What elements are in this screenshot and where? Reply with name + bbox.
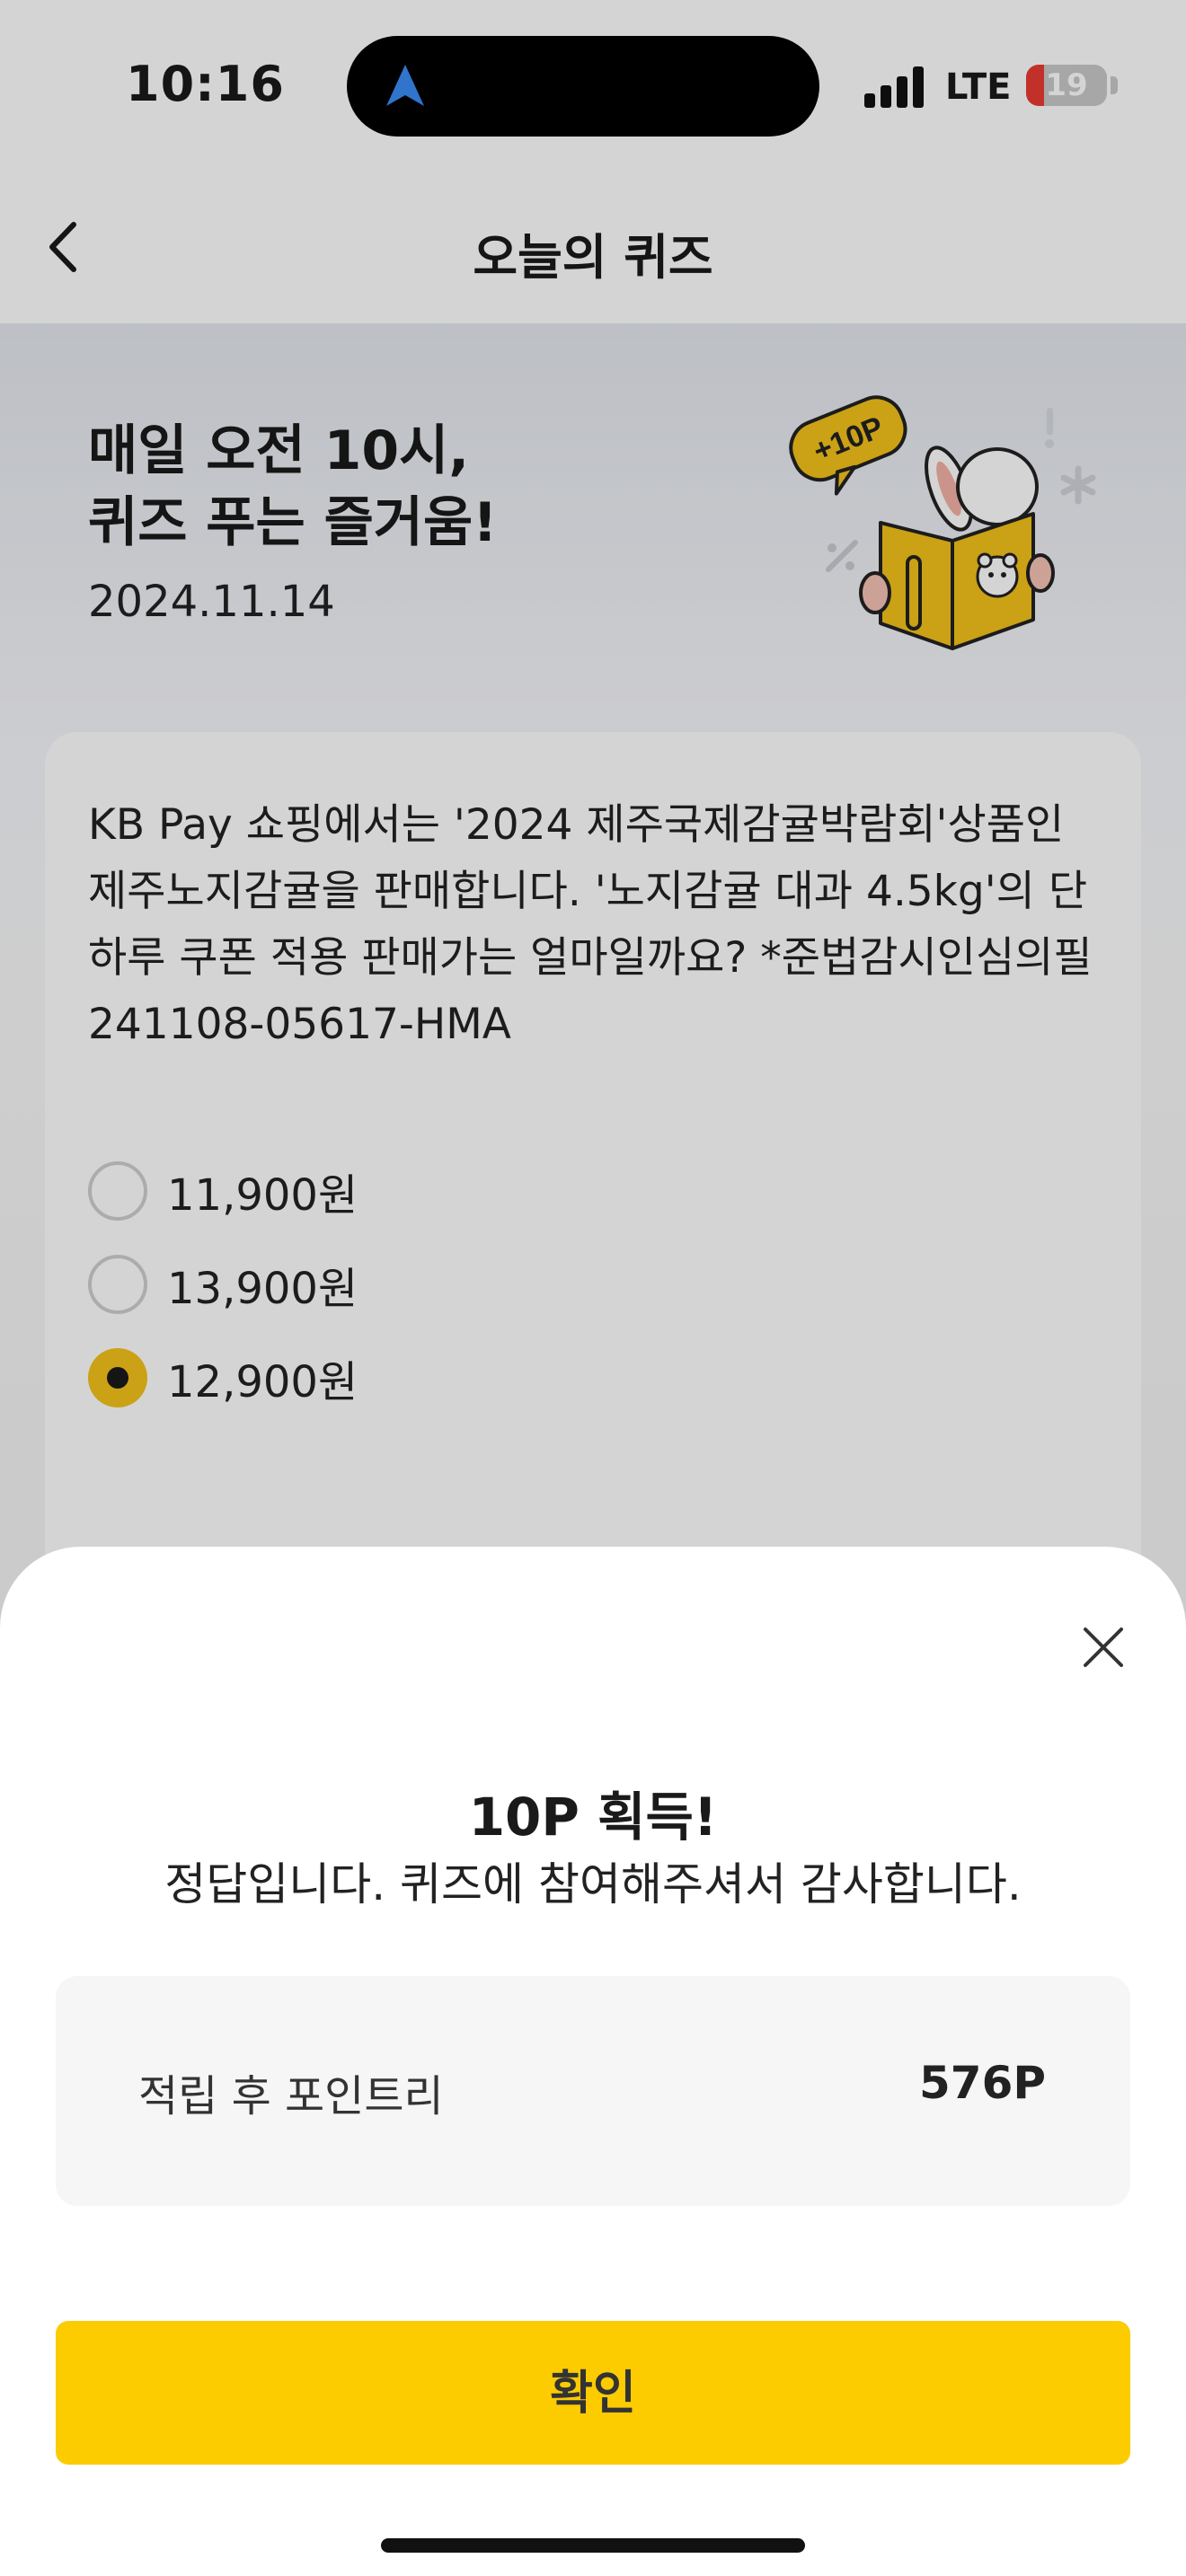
award-message: 정답입니다. 퀴즈에 참여해주셔서 감사합니다.	[164, 1858, 1022, 1910]
points-label: 적립 후 포인트리	[138, 2071, 444, 2122]
points-value: 576P	[918, 2057, 1046, 2109]
award-title: 10P 획득!	[468, 1786, 718, 1848]
close-icon[interactable]	[1076, 1620, 1130, 1674]
confirm-button[interactable]: 확인	[56, 2321, 1130, 2465]
home-indicator[interactable]	[381, 2538, 805, 2553]
